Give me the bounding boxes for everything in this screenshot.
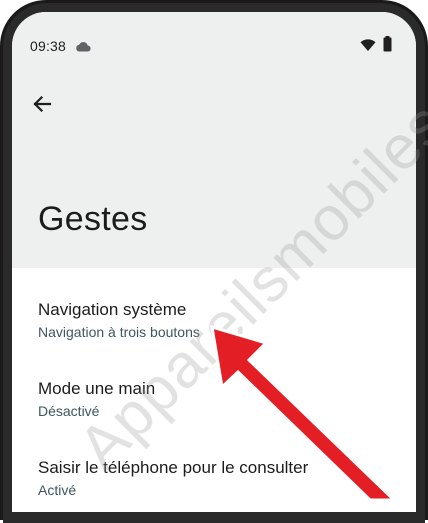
status-bar: 09:38 — [12, 34, 416, 58]
phone-screen: 09:38 Gestes Navigation système Navigati… — [12, 12, 416, 512]
setting-title: Navigation système — [38, 300, 187, 319]
wifi-icon — [360, 38, 376, 57]
setting-item-saisir-telephone[interactable]: Saisir le téléphone pour le consulter Ac… — [12, 458, 416, 512]
back-button[interactable] — [28, 90, 56, 118]
setting-title: Mode une main — [38, 379, 156, 398]
page-title: Gestes — [38, 200, 148, 238]
setting-subtitle: Navigation à trois boutons — [38, 324, 200, 340]
setting-subtitle: Désactivé — [38, 403, 100, 419]
cloud-icon — [75, 39, 91, 57]
setting-item-mode-une-main[interactable]: Mode une main Désactivé — [12, 379, 416, 449]
header-area: 09:38 Gestes — [12, 12, 416, 268]
setting-item-navigation-systeme[interactable]: Navigation système Navigation à trois bo… — [12, 300, 416, 370]
setting-title: Saisir le téléphone pour le consulter — [38, 458, 309, 477]
arrow-left-icon — [33, 95, 52, 113]
setting-subtitle: Activé — [38, 482, 77, 498]
battery-icon — [383, 36, 392, 57]
status-time: 09:38 — [30, 38, 67, 54]
